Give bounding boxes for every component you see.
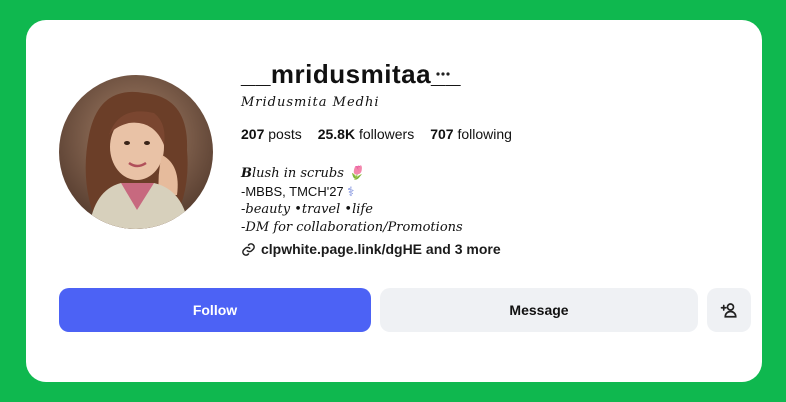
- follow-button[interactable]: Follow: [59, 288, 371, 332]
- profile-link[interactable]: clpwhite.page.link/dgHE and 3 more: [241, 241, 501, 257]
- following-count: 707: [430, 126, 454, 142]
- add-user-icon: [720, 303, 737, 318]
- message-button[interactable]: Message: [380, 288, 698, 332]
- bio-line-1-bold: B: [241, 166, 252, 181]
- following-label: following: [457, 126, 512, 142]
- posts-label: posts: [268, 126, 302, 142]
- bio-line-1-text: lush in scrubs: [252, 166, 344, 181]
- tulip-emoji: 🌷: [348, 166, 365, 181]
- profile-link-text: clpwhite.page.link/dgHE and 3 more: [261, 241, 501, 257]
- bio-line-1: Blush in scrubs 🌷: [241, 165, 463, 183]
- bio-line-2-text: -MBBS, TMCH'27: [241, 184, 344, 199]
- followers-count: 25.8K: [317, 126, 356, 142]
- profile-avatar[interactable]: [59, 75, 213, 229]
- more-options-button[interactable]: [431, 62, 455, 86]
- following-stat[interactable]: 707 following: [430, 126, 512, 142]
- posts-stat: 207 posts: [241, 126, 302, 142]
- followers-stat[interactable]: 25.8K followers: [318, 126, 415, 142]
- profile-username: __mridusmitaa__: [241, 59, 461, 89]
- medical-emoji: ⚕: [347, 184, 355, 199]
- followers-label: followers: [358, 126, 415, 142]
- profile-stats: 207 posts 25.8K followers 707 following: [241, 126, 512, 142]
- suggested-users-button[interactable]: [707, 288, 751, 332]
- profile-full-name: 𝑀𝑟𝑖𝑑𝑢𝑠𝑚𝑖𝑡𝑎 𝑀𝑒𝑑ℎ𝑖: [241, 95, 380, 110]
- profile-card: __mridusmitaa__ 𝑀𝑟𝑖𝑑𝑢𝑠𝑚𝑖𝑡𝑎 𝑀𝑒𝑑ℎ𝑖 207 pos…: [26, 20, 762, 382]
- posts-count: 207: [241, 126, 265, 142]
- profile-bio: Blush in scrubs 🌷 -MBBS, TMCH'27 ⚕ -beau…: [241, 165, 463, 237]
- link-chain-icon: [242, 242, 255, 256]
- bio-line-2: -MBBS, TMCH'27 ⚕: [241, 183, 463, 201]
- bio-line-3: -beauty •travel •life: [241, 202, 373, 217]
- more-horizontal-icon: [436, 72, 450, 76]
- bio-line-4: -DM for collaboration/Promotions: [241, 220, 463, 235]
